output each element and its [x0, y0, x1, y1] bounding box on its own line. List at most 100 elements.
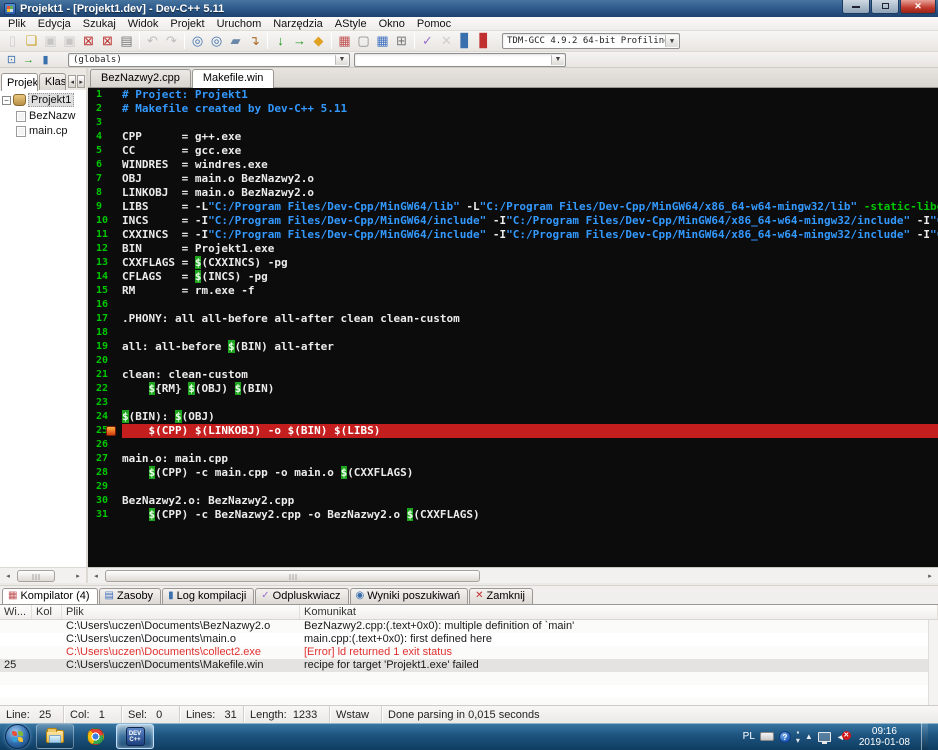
code-line-26[interactable]	[122, 438, 938, 452]
menu-okno[interactable]: Okno	[373, 17, 411, 31]
taskbar-explorer-button[interactable]	[36, 724, 74, 749]
taskbar-chrome-button[interactable]	[76, 724, 114, 749]
scroll-right-icon[interactable]: ▸	[922, 569, 938, 583]
goto-line-icon[interactable]: ↴	[245, 32, 264, 50]
members-select[interactable]: ▼	[354, 52, 566, 67]
scroll-left-icon[interactable]: ◂	[88, 569, 104, 583]
code-line-1[interactable]: # Project: Projekt1	[122, 88, 938, 102]
editor-tab-makefile.win[interactable]: Makefile.win	[191, 69, 275, 88]
volume-muted-icon[interactable]: ◄ ✕	[836, 730, 851, 743]
code-line-28[interactable]: $(CPP) -c main.cpp -o main.o $(CXXFLAGS)	[122, 466, 938, 480]
code-line-15[interactable]: RM = rm.exe -f	[122, 284, 938, 298]
package-icon[interactable]: ◆	[309, 32, 328, 50]
scroll-left-icon[interactable]: ◂	[0, 569, 16, 583]
collapse-icon[interactable]: −	[2, 95, 11, 105]
save-icon[interactable]: ▣	[41, 32, 60, 50]
menu-plik[interactable]: Plik	[2, 17, 32, 31]
chevron-down-icon[interactable]: ▼	[551, 54, 564, 65]
language-indicator[interactable]: PL	[743, 731, 755, 742]
code-line-25[interactable]: $(CPP) $(LINKOBJ) -o $(BIN) $(LIBS)	[122, 424, 938, 438]
chevron-down-icon[interactable]: ▼	[335, 54, 348, 65]
taskbar-devcpp-button[interactable]: DEV C++	[116, 724, 154, 749]
window-list-icon[interactable]: ▢	[354, 32, 373, 50]
find-icon[interactable]: ◎	[188, 32, 207, 50]
run-icon[interactable]: →	[290, 32, 309, 50]
undo-icon[interactable]: ↶	[143, 32, 162, 50]
report-tab-zasoby[interactable]: ▤ Zasoby	[98, 588, 162, 604]
replace-icon[interactable]: ▰	[226, 32, 245, 50]
code-line-13[interactable]: CXXFLAGS = $(CXXINCS) -pg	[122, 256, 938, 270]
code-line-27[interactable]: main.o: main.cpp	[122, 452, 938, 466]
profile-analysis-icon[interactable]: ▊	[456, 32, 475, 50]
sidebar-tab-projekt[interactable]: Projekt	[1, 73, 38, 91]
chevron-down-icon[interactable]: ▼	[665, 35, 678, 47]
table-row[interactable]: C:\Users\uczen\Documents\main.o main.cpp:…	[0, 633, 938, 646]
menu-uruchom[interactable]: Uruchom	[211, 17, 268, 31]
minimize-button[interactable]	[842, 0, 870, 14]
code-line-6[interactable]: WINDRES = windres.exe	[122, 158, 938, 172]
tree-item-BezNazw[interactable]: BezNazw	[16, 110, 86, 122]
device-tray-icon[interactable]: ▪ ▾	[796, 728, 800, 745]
find-in-files-icon[interactable]: ◎	[207, 32, 226, 50]
start-button[interactable]	[5, 724, 30, 749]
show-desktop-button[interactable]	[921, 723, 928, 750]
code-line-7[interactable]: OBJ = main.o BezNazwy2.o	[122, 172, 938, 186]
report-tab-kompilator-4-[interactable]: ▦ Kompilator (4)	[2, 588, 98, 604]
code-line-3[interactable]	[122, 116, 938, 130]
clock[interactable]: 09:16 2019-01-08	[855, 726, 910, 748]
code-line-8[interactable]: LINKOBJ = main.o BezNazwy2.o	[122, 186, 938, 200]
sidebar-tab-klas[interactable]: Klas	[38, 73, 67, 90]
pause-icon[interactable]: ▮	[37, 52, 54, 67]
report-tab-zamknij[interactable]: ✕ Zamknij	[469, 588, 533, 604]
run-to-cursor-icon[interactable]: →	[20, 52, 37, 67]
project-options-icon[interactable]: ▦	[373, 32, 392, 50]
sidebar-hscrollbar[interactable]: ◂ ▸	[0, 567, 86, 583]
save-all-icon[interactable]: ▣	[60, 32, 79, 50]
compile-icon[interactable]: ↓	[271, 32, 290, 50]
code-line-17[interactable]: .PHONY: all all-before all-after clean c…	[122, 312, 938, 326]
abort-compile-icon[interactable]: ✕	[437, 32, 456, 50]
code-line-29[interactable]	[122, 480, 938, 494]
code-editor[interactable]: 1 2 3 4 5 6 7 8 9 10 11 12 13 14 15 16 17 18 19 20 21 22 23 24 2…	[88, 88, 938, 567]
report-tab-odpluskwiacz[interactable]: ✓ Odpluskwiacz	[255, 588, 349, 604]
menu-astyle[interactable]: AStyle	[329, 17, 373, 31]
code-line-16[interactable]	[122, 298, 938, 312]
editor-hscrollbar[interactable]: ◂ ▸	[88, 567, 938, 583]
maximize-button[interactable]	[871, 0, 899, 14]
tile-icon[interactable]: ⊞	[392, 32, 411, 50]
code-line-4[interactable]: CPP = g++.exe	[122, 130, 938, 144]
help-tray-icon[interactable]: ?	[778, 730, 791, 743]
code-line-10[interactable]: INCS = -I"C:/Program Files/Dev-Cpp/MinGW…	[122, 214, 938, 228]
menu-projekt[interactable]: Projekt	[164, 17, 210, 31]
menu-szukaj[interactable]: Szukaj	[77, 17, 122, 31]
new-file-icon[interactable]: ▯	[3, 32, 22, 50]
keyboard-layout-icon[interactable]	[759, 732, 774, 741]
delete-profiling-icon[interactable]: ▊	[475, 32, 494, 50]
editor-tab-beznazwy2.cpp[interactable]: BezNazwy2.cpp	[90, 69, 191, 87]
table-vscrollbar[interactable]	[928, 620, 938, 705]
scroll-right-icon[interactable]: ▸	[70, 569, 86, 583]
code-line-23[interactable]	[122, 396, 938, 410]
globals-select[interactable]: (globals) ▼	[68, 52, 350, 67]
column-header-3[interactable]: Komunikat	[300, 605, 938, 619]
report-tab-log-kompilacji[interactable]: ▮ Log kompilacji	[162, 588, 255, 604]
code-line-21[interactable]: clean: clean-custom	[122, 368, 938, 382]
column-header-0[interactable]: Wi...	[0, 605, 32, 619]
code-line-2[interactable]: # Makefile created by Dev-C++ 5.11	[122, 102, 938, 116]
code-line-11[interactable]: CXXINCS = -I"C:/Program Files/Dev-Cpp/Mi…	[122, 228, 938, 242]
close-icon[interactable]: ⊠	[79, 32, 98, 50]
code-line-31[interactable]: $(CPP) -c BezNazwy2.cpp -o BezNazwy2.o $…	[122, 508, 938, 522]
table-row[interactable]: C:\Users\uczen\Documents\BezNazwy2.o BezN…	[0, 620, 938, 633]
code-line-20[interactable]	[122, 354, 938, 368]
tree-item-maincp[interactable]: main.cp	[16, 125, 86, 137]
new-project-icon[interactable]: ▦	[335, 32, 354, 50]
network-icon[interactable]	[817, 731, 831, 744]
table-row[interactable]: C:\Users\uczen\Documents\collect2.exe [Er…	[0, 646, 938, 659]
menu-edycja[interactable]: Edycja	[32, 17, 77, 31]
tab-scroll-right-icon[interactable]: ▸	[77, 75, 86, 88]
redo-icon[interactable]: ↷	[162, 32, 181, 50]
close-button[interactable]: ✕	[900, 0, 936, 14]
code-line-24[interactable]: $(BIN): $(OBJ)	[122, 410, 938, 424]
column-header-1[interactable]: Kol	[32, 605, 62, 619]
column-header-2[interactable]: Plik	[62, 605, 300, 619]
